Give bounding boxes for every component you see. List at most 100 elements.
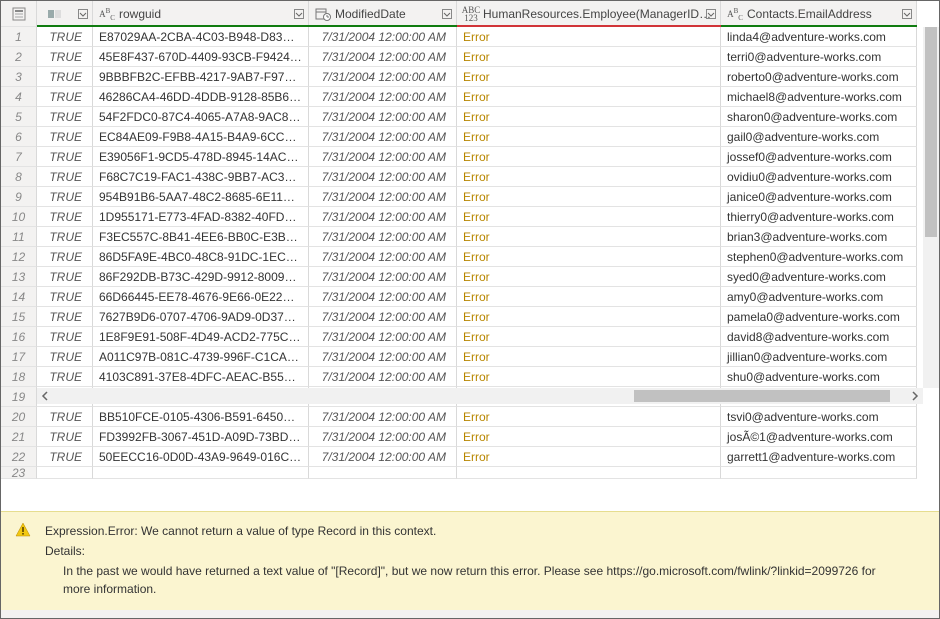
cell-bool[interactable]: TRUE: [37, 287, 93, 307]
cell-bool[interactable]: TRUE: [37, 367, 93, 387]
cell-bool[interactable]: TRUE: [37, 447, 93, 467]
cell-rowguid[interactable]: 50EECC16-0D0D-43A9-9649-016C06DE8...: [93, 447, 309, 467]
vertical-scrollbar[interactable]: [923, 27, 939, 388]
scroll-right-arrow[interactable]: [907, 388, 923, 404]
cell-modifieddate[interactable]: 7/31/2004 12:00:00 AM: [309, 87, 457, 107]
cell-email[interactable]: pamela0@adventure-works.com: [721, 307, 917, 327]
cell-rowguid[interactable]: 954B91B6-5AA7-48C2-8685-6E11C6E5C...: [93, 187, 309, 207]
filter-dropdown-icon[interactable]: [294, 9, 304, 19]
cell-modifieddate[interactable]: 7/31/2004 12:00:00 AM: [309, 227, 457, 247]
cell-email[interactable]: syed0@adventure-works.com: [721, 267, 917, 287]
row-number[interactable]: 5: [1, 107, 37, 127]
text-type-icon[interactable]: ABC: [727, 6, 743, 22]
cell-email[interactable]: tsvi0@adventure-works.com: [721, 407, 917, 427]
cell-error[interactable]: Error: [457, 127, 721, 147]
cell-modifieddate[interactable]: 7/31/2004 12:00:00 AM: [309, 367, 457, 387]
cell-modifieddate[interactable]: 7/31/2004 12:00:00 AM: [309, 407, 457, 427]
scroll-left-arrow[interactable]: [37, 388, 53, 404]
cell-bool[interactable]: TRUE: [37, 27, 93, 47]
cell-rowguid[interactable]: BB510FCE-0105-4306-B591-6450D9EBF4...: [93, 407, 309, 427]
cell-error[interactable]: Error: [457, 147, 721, 167]
row-number[interactable]: 6: [1, 127, 37, 147]
cell-email[interactable]: jossef0@adventure-works.com: [721, 147, 917, 167]
select-all-corner[interactable]: [1, 1, 37, 27]
cell-bool[interactable]: TRUE: [37, 147, 93, 167]
cell-modifieddate[interactable]: 7/31/2004 12:00:00 AM: [309, 187, 457, 207]
scrollbar-thumb[interactable]: [634, 390, 890, 402]
row-number[interactable]: 3: [1, 67, 37, 87]
column-header-modifieddate[interactable]: ModifiedDate: [309, 1, 457, 27]
cell-rowguid[interactable]: F68C7C19-FAC1-438C-9BB7-AC33FCC34...: [93, 167, 309, 187]
column-header-title[interactable]: ABC123HumanResources.Employee(ManagerID)…: [457, 1, 721, 27]
cell-bool[interactable]: TRUE: [37, 47, 93, 67]
row-number[interactable]: 14: [1, 287, 37, 307]
cell-email[interactable]: roberto0@adventure-works.com: [721, 67, 917, 87]
row-number[interactable]: 11: [1, 227, 37, 247]
cell-email[interactable]: terri0@adventure-works.com: [721, 47, 917, 67]
bool-type-icon[interactable]: [47, 6, 63, 22]
cell-modifieddate[interactable]: 7/31/2004 12:00:00 AM: [309, 427, 457, 447]
cell-email[interactable]: garrett1@adventure-works.com: [721, 447, 917, 467]
column-header-rowguid[interactable]: ABCrowguid: [93, 1, 309, 27]
cell-modifieddate[interactable]: 7/31/2004 12:00:00 AM: [309, 47, 457, 67]
row-number[interactable]: 18: [1, 367, 37, 387]
cell-error[interactable]: Error: [457, 247, 721, 267]
filter-dropdown-icon[interactable]: [706, 9, 716, 19]
cell-email[interactable]: janice0@adventure-works.com: [721, 187, 917, 207]
cell-rowguid[interactable]: 1D955171-E773-4FAD-8382-40FD898D5...: [93, 207, 309, 227]
horizontal-scrollbar[interactable]: [37, 388, 923, 404]
row-number[interactable]: 7: [1, 147, 37, 167]
cell-rowguid[interactable]: 86D5FA9E-4BC0-48C8-91DC-1EC467418...: [93, 247, 309, 267]
datetime-type-icon[interactable]: [315, 6, 331, 22]
cell-error[interactable]: Error: [457, 207, 721, 227]
row-number[interactable]: 21: [1, 427, 37, 447]
row-number[interactable]: 13: [1, 267, 37, 287]
text-type-icon[interactable]: ABC: [99, 6, 115, 22]
cell-bool[interactable]: TRUE: [37, 227, 93, 247]
cell-rowguid[interactable]: FD3992FB-3067-451D-A09D-73BD53C0F...: [93, 427, 309, 447]
cell-error[interactable]: Error: [457, 447, 721, 467]
cell-email[interactable]: brian3@adventure-works.com: [721, 227, 917, 247]
cell-bool[interactable]: TRUE: [37, 347, 93, 367]
cell-modifieddate[interactable]: 7/31/2004 12:00:00 AM: [309, 167, 457, 187]
cell-modifieddate[interactable]: 7/31/2004 12:00:00 AM: [309, 67, 457, 87]
cell-bool[interactable]: TRUE: [37, 67, 93, 87]
cell-modifieddate[interactable]: 7/31/2004 12:00:00 AM: [309, 107, 457, 127]
cell-rowguid[interactable]: F3EC557C-8B41-4EE6-BB0C-E3B93AFF81...: [93, 227, 309, 247]
any-type-icon[interactable]: ABC123: [463, 6, 479, 22]
cell-modifieddate[interactable]: 7/31/2004 12:00:00 AM: [309, 147, 457, 167]
row-number[interactable]: 16: [1, 327, 37, 347]
cell-error[interactable]: Error: [457, 347, 721, 367]
cell-error[interactable]: Error: [457, 87, 721, 107]
cell-rowguid[interactable]: 66D66445-EE78-4676-9E66-0E22D6109A...: [93, 287, 309, 307]
cell-rowguid[interactable]: 1E8F9E91-508F-4D49-ACD2-775C836030...: [93, 327, 309, 347]
cell-email[interactable]: josÃ©1@adventure-works.com: [721, 427, 917, 447]
cell-rowguid[interactable]: 4103C891-37E8-4DFC-AEAC-B55E2BC1B...: [93, 367, 309, 387]
cell-rowguid[interactable]: 7627B9D6-0707-4706-9AD9-0D37506B0...: [93, 307, 309, 327]
cell-email[interactable]: david8@adventure-works.com: [721, 327, 917, 347]
row-number[interactable]: 15: [1, 307, 37, 327]
cell-bool[interactable]: TRUE: [37, 267, 93, 287]
data-grid[interactable]: ABCrowguidModifiedDateABC123HumanResourc…: [1, 1, 939, 511]
row-number[interactable]: 19: [1, 387, 37, 407]
row-number[interactable]: 22: [1, 447, 37, 467]
row-number[interactable]: 9: [1, 187, 37, 207]
cell-error[interactable]: Error: [457, 287, 721, 307]
cell-bool[interactable]: TRUE: [37, 207, 93, 227]
cell-modifieddate[interactable]: 7/31/2004 12:00:00 AM: [309, 267, 457, 287]
cell-rowguid[interactable]: A011C97B-081C-4739-996F-C1CAC4532F...: [93, 347, 309, 367]
cell-error[interactable]: Error: [457, 167, 721, 187]
cell-modifieddate[interactable]: 7/31/2004 12:00:00 AM: [309, 127, 457, 147]
cell-modifieddate[interactable]: 7/31/2004 12:00:00 AM: [309, 307, 457, 327]
cell-modifieddate[interactable]: 7/31/2004 12:00:00 AM: [309, 27, 457, 47]
scrollbar-thumb[interactable]: [925, 27, 937, 237]
row-number[interactable]: 12: [1, 247, 37, 267]
cell-bool[interactable]: TRUE: [37, 167, 93, 187]
row-number[interactable]: 10: [1, 207, 37, 227]
cell-modifieddate[interactable]: 7/31/2004 12:00:00 AM: [309, 327, 457, 347]
cell-email[interactable]: stephen0@adventure-works.com: [721, 247, 917, 267]
cell-email[interactable]: shu0@adventure-works.com: [721, 367, 917, 387]
cell-email[interactable]: gail0@adventure-works.com: [721, 127, 917, 147]
filter-dropdown-icon[interactable]: [78, 9, 88, 19]
column-header-email[interactable]: ABCContacts.EmailAddress: [721, 1, 917, 27]
